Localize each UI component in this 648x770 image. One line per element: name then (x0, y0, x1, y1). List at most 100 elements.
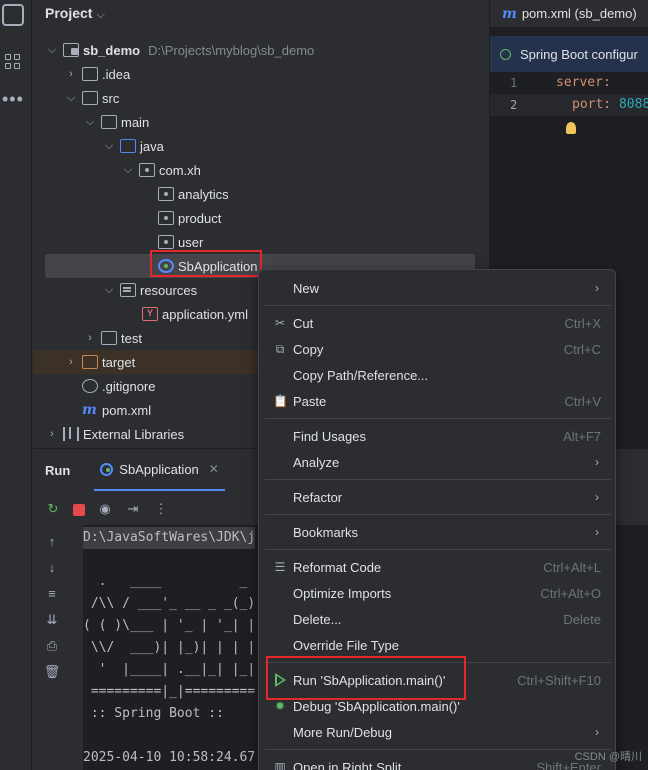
paste-icon: 📋 (273, 394, 288, 408)
line-number: 2 (510, 98, 518, 112)
tree-item-java[interactable]: ⌵ java (33, 134, 489, 158)
menu-item-bookmarks[interactable]: Bookmarks › (265, 519, 611, 545)
code-content[interactable]: server: port: 8088 (556, 72, 648, 116)
chevron-right-icon[interactable]: › (64, 356, 78, 368)
menu-item-reformat-code[interactable]: ☰ Reformat Code Ctrl+Alt+L (265, 554, 611, 580)
split-icon: ▥ (274, 760, 286, 770)
tree-item-analytics[interactable]: analytics (33, 182, 489, 206)
more-vertical-icon[interactable]: ⋮ (153, 501, 169, 517)
menu-item-find-usages[interactable]: Find Usages Alt+F7 (265, 423, 611, 449)
chevron-down-icon[interactable]: ⌵ (83, 116, 97, 129)
chevron-right-icon[interactable]: › (83, 332, 97, 344)
console-line: /\\ / ___'_ __ _ _(_) (83, 596, 256, 611)
chevron-down-icon[interactable]: ⌵ (96, 9, 104, 21)
libraries-icon (63, 427, 79, 441)
tree-item-label: resources (140, 282, 198, 298)
menu-separator (265, 514, 611, 515)
menu-item-override-file-type[interactable]: Override File Type (265, 632, 611, 658)
console-line: \\/ ___)| |_)| | | | (83, 640, 256, 655)
tree-item-main[interactable]: ⌵ main (33, 110, 489, 134)
chevron-right-icon[interactable]: › (45, 428, 59, 440)
tree-item-label: pom.xml (102, 402, 152, 418)
menu-item-copy-path[interactable]: Copy Path/Reference... (265, 362, 611, 388)
stop-icon[interactable] (73, 504, 85, 516)
tree-item-product[interactable]: product (33, 206, 489, 230)
tree-item-label: application.yml (162, 306, 248, 322)
tree-item-label: sb_demo (83, 42, 141, 58)
console-side-toolbar: ↑ ↓ ≡ ⇊ ⎙ 🗑 (33, 529, 71, 685)
exit-icon[interactable]: ⇥ (125, 501, 141, 517)
menu-separator (265, 418, 611, 419)
tree-item-label: main (121, 114, 150, 130)
scroll-to-end-icon[interactable]: ⇊ (33, 607, 71, 633)
chevron-down-icon[interactable]: ⌵ (102, 284, 116, 297)
highlight-run (266, 656, 466, 700)
menu-separator (265, 305, 611, 306)
rerun-icon[interactable]: ↻ (45, 501, 61, 517)
console-line: :: Spring Boot :: (83, 706, 224, 721)
chevron-right-icon: › (595, 490, 599, 504)
yaml-file-icon: Y (142, 307, 158, 321)
run-tab-label: SbApplication (119, 461, 199, 477)
run-title: Run (45, 462, 71, 478)
tree-item-idea[interactable]: › .idea (33, 62, 489, 86)
tree-item-src[interactable]: ⌵ src (33, 86, 489, 110)
scissors-icon: ✂ (274, 316, 286, 330)
folder-icon (82, 355, 98, 369)
folder-icon (82, 67, 98, 81)
arrow-down-icon[interactable]: ↓ (33, 555, 71, 581)
print-icon[interactable]: ⎙ (33, 633, 71, 659)
menu-item-refactor[interactable]: Refactor › (265, 484, 611, 510)
menu-item-new[interactable]: New › (265, 275, 611, 301)
reformat-icon: ☰ (274, 560, 286, 574)
project-tool-icon[interactable] (2, 4, 24, 26)
watermark: CSDN @晴川 (574, 751, 642, 763)
chevron-down-icon[interactable]: ⌵ (121, 164, 135, 177)
tree-item-label: .gitignore (102, 378, 156, 394)
chevron-down-icon[interactable]: ⌵ (45, 44, 59, 57)
gitignore-icon (82, 379, 98, 393)
yaml-key: server: (556, 75, 611, 90)
camera-icon[interactable]: ◉ (97, 501, 113, 517)
close-icon[interactable]: ✕ (209, 462, 219, 476)
console-line: =========|_|========= (83, 684, 256, 699)
project-header[interactable]: Project ⌵ (45, 5, 105, 22)
folder-icon (82, 91, 98, 105)
menu-item-open-right-split[interactable]: ▥ Open in Right Split Shift+Enter (265, 754, 611, 770)
menu-item-paste[interactable]: 📋 Paste Ctrl+V (265, 388, 611, 414)
lightbulb-icon[interactable] (566, 122, 576, 134)
trash-icon[interactable]: 🗑 (33, 659, 71, 685)
arrow-up-icon[interactable]: ↑ (33, 529, 71, 555)
menu-item-delete[interactable]: Delete... Delete (265, 606, 611, 632)
structure-icon[interactable] (5, 54, 21, 70)
tree-item-label: user (178, 234, 204, 250)
soft-wrap-icon[interactable]: ≡ (33, 581, 71, 607)
debug-icon: ✹ (274, 699, 286, 713)
editor-tab-label: pom.xml (sb_demo) (521, 6, 637, 21)
tree-item-sb-demo[interactable]: ⌵ sb_demo D:\Projects\myblog\sb_demo (33, 38, 489, 62)
chevron-down-icon[interactable]: ⌵ (102, 140, 116, 153)
yaml-value: 8088 (618, 97, 648, 112)
package-icon (158, 187, 174, 201)
tree-item-com-xh[interactable]: ⌵ com.xh (33, 158, 489, 182)
menu-item-analyze[interactable]: Analyze › (265, 449, 611, 475)
menu-item-copy[interactable]: ⧉ Copy Ctrl+C (265, 336, 611, 362)
chevron-right-icon: › (595, 725, 599, 739)
chevron-right-icon[interactable]: › (64, 68, 78, 80)
line-gutter: 1 2 (490, 72, 550, 116)
menu-item-more-run-debug[interactable]: More Run/Debug › (265, 719, 611, 745)
spring-boot-banner[interactable]: Spring Boot configur (490, 36, 648, 72)
tree-item-label: src (102, 90, 120, 106)
menu-item-cut[interactable]: ✂ Cut Ctrl+X (265, 310, 611, 336)
package-icon (158, 211, 174, 225)
editor-tab[interactable]: m pom.xml (sb_demo) (490, 0, 648, 28)
tree-item-label: analytics (178, 186, 229, 202)
package-icon (139, 163, 155, 177)
tree-item-label: .idea (102, 66, 131, 82)
line-number: 1 (510, 76, 518, 90)
more-icon[interactable]: ••• (2, 90, 24, 108)
menu-item-optimize-imports[interactable]: Optimize Imports Ctrl+Alt+O (265, 580, 611, 606)
chevron-down-icon[interactable]: ⌵ (64, 92, 78, 105)
run-tab-sbapplication[interactable]: SbApplication ✕ (94, 449, 225, 491)
tree-item-label: com.xh (159, 162, 201, 178)
